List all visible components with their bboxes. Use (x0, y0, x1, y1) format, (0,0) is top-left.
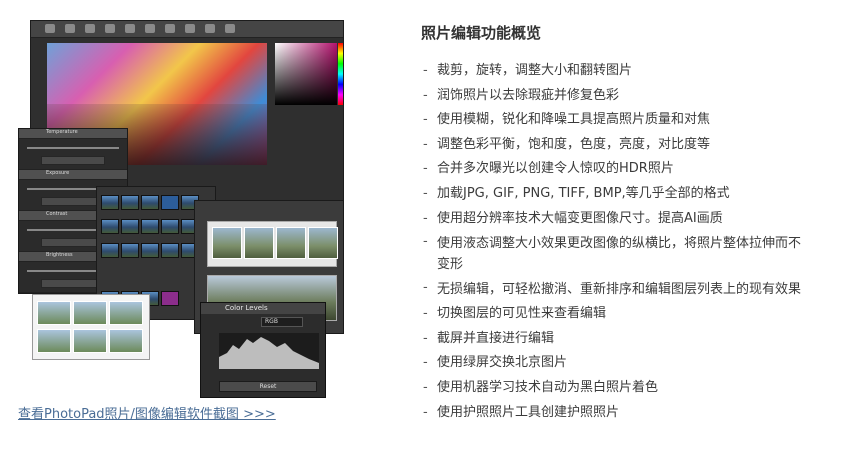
toolbar-icon (185, 24, 195, 33)
feature-item: 切换图层的可见性来查看编辑 (421, 302, 801, 327)
toolbar-icon (125, 24, 135, 33)
toolbar-icon (85, 24, 95, 33)
feature-item: 无损编辑，可轻松撤消、重新排序和编辑图层列表上的现有效果 (421, 277, 801, 302)
toolbar-icon (165, 24, 175, 33)
feature-item: 使用护照照片工具创建护照照片 (421, 401, 801, 426)
hue-slider (338, 43, 343, 105)
exposure-label: Exposure (46, 170, 70, 176)
toolbar-icon (45, 24, 55, 33)
feature-item: 合并多次曝光以创建令人惊叹的HDR照片 (421, 157, 801, 182)
photo-gallery (32, 294, 150, 360)
temperature-label: Temperature (46, 129, 78, 135)
effect-thumbnail (161, 195, 179, 210)
feature-item: 调整色彩平衡，饱和度，色度，亮度，对比度等 (421, 133, 801, 158)
view-screenshots-link[interactable]: 查看PhotoPad照片/图像编辑软件截图 >>> (18, 403, 276, 422)
effect-thumbnail (161, 291, 179, 306)
toolbar-icon (65, 24, 75, 33)
effect-thumbnail (101, 195, 119, 210)
histogram (219, 333, 319, 369)
toolbar-icon (145, 24, 155, 33)
effect-thumbnail (101, 219, 119, 234)
effect-thumbnail (121, 243, 139, 258)
layer-preview (207, 221, 338, 267)
toolbar-icon (105, 24, 115, 33)
feature-item: 使用超分辨率技术大幅变更图像尺寸。提高AI画质 (421, 207, 801, 232)
effect-thumbnail (141, 243, 159, 258)
effect-thumbnail (121, 219, 139, 234)
feature-item: 润饰照片以去除瑕疵并修复色彩 (421, 84, 801, 109)
feature-list: 裁剪，旋转，调整大小和翻转图片 润饰照片以去除瑕疵并修复色彩 使用模糊，锐化和降… (421, 59, 801, 425)
feature-item: 使用机器学习技术自动为黑白照片着色 (421, 376, 801, 401)
feature-item: 使用液态调整大小效果更改图像的纵横比，将照片整体拉伸而不变形 (421, 231, 801, 277)
channel-select: RGB (261, 317, 303, 327)
app-screenshot-collage[interactable]: Color Levels RGB Reset (16, 20, 346, 400)
toolbar-icon (205, 24, 215, 33)
effect-thumbnail (101, 243, 119, 258)
temperature-panel (19, 129, 127, 170)
feature-item: 使用绿屏交换北京图片 (421, 351, 801, 376)
effect-thumbnail (141, 219, 159, 234)
levels-reset-button: Reset (219, 381, 317, 392)
effect-thumbnail (161, 243, 179, 258)
feature-item: 截屏并直接进行编辑 (421, 327, 801, 352)
effect-thumbnail (141, 195, 159, 210)
effect-thumbnail (161, 219, 179, 234)
feature-item: 使用模糊，锐化和降噪工具提高照片质量和对焦 (421, 108, 801, 133)
brightness-label: Brightness (46, 252, 73, 258)
feature-item: 加载JPG, GIF, PNG, TIFF, BMP,等几乎全部的格式 (421, 182, 801, 207)
features-heading: 照片编辑功能概览 (421, 24, 542, 42)
toolbar-icon (225, 24, 235, 33)
feature-item: 裁剪，旋转，调整大小和翻转图片 (421, 59, 801, 84)
color-levels-panel: Color Levels RGB Reset (200, 302, 326, 398)
contrast-label: Contrast (46, 211, 68, 217)
editor-toolbar (31, 21, 343, 38)
effect-thumbnail (121, 195, 139, 210)
color-levels-title: Color Levels (201, 303, 325, 314)
color-picker (275, 43, 337, 105)
